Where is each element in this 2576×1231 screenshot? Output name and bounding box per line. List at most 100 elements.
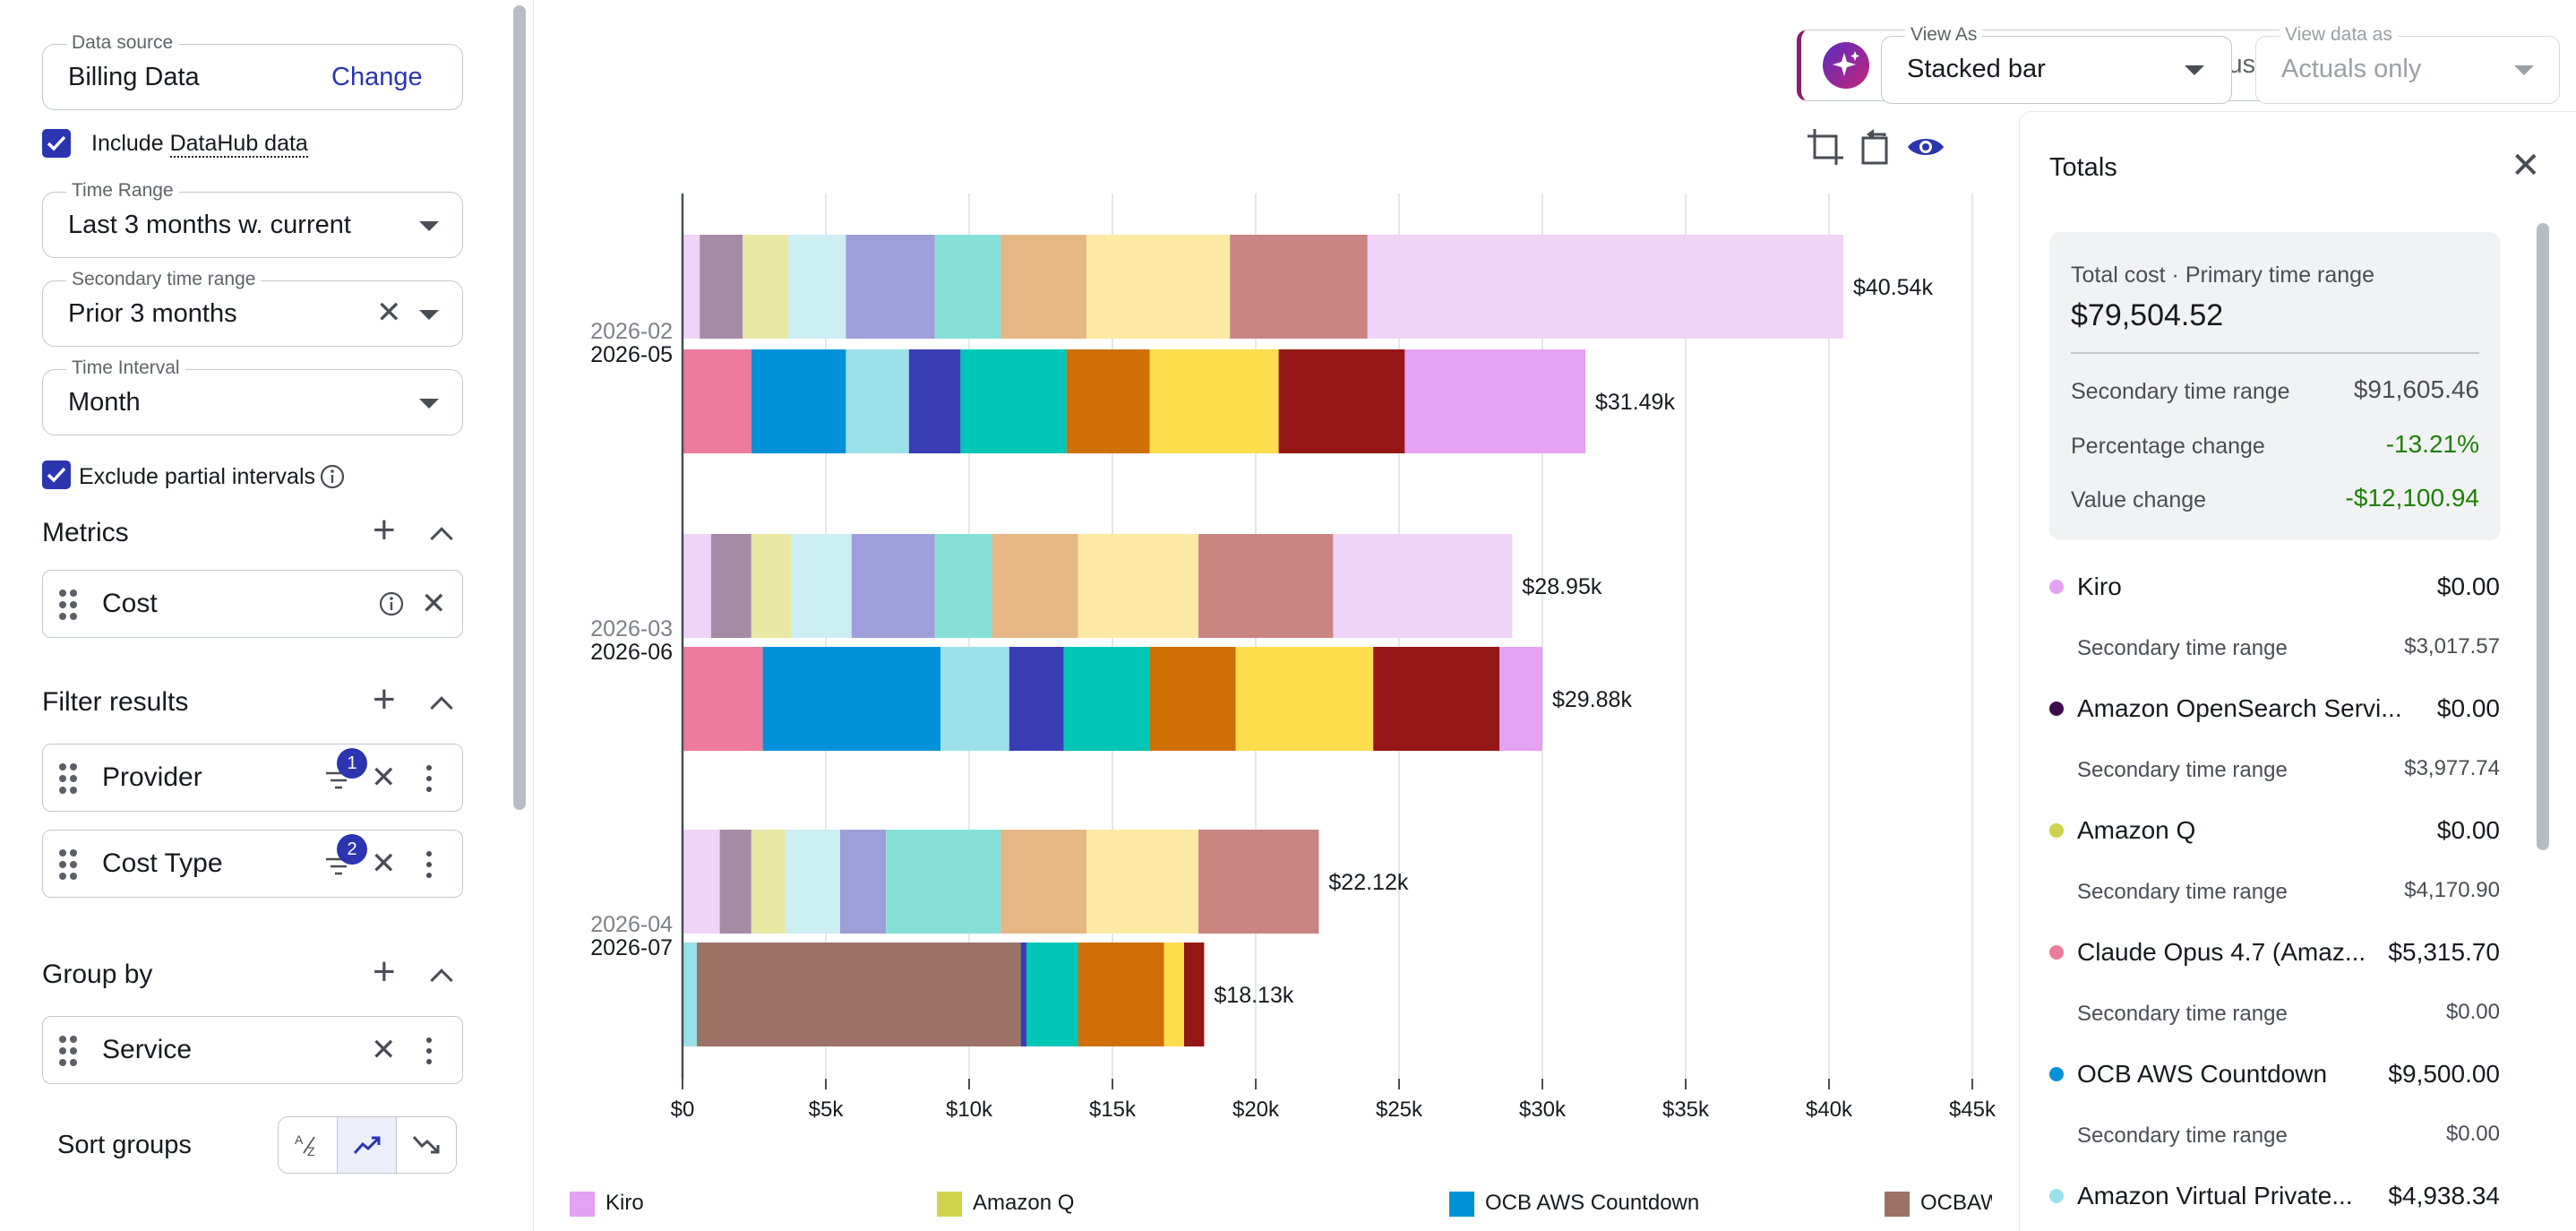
sort-descending-button[interactable] <box>397 1117 456 1173</box>
drag-handle-icon[interactable] <box>59 590 77 620</box>
drag-handle-icon[interactable] <box>59 849 77 880</box>
bar-segment[interactable] <box>751 349 846 453</box>
change-data-source-link[interactable]: Change <box>331 63 423 92</box>
summary-row-value: -13.21% <box>2385 430 2479 458</box>
bar-segment[interactable] <box>683 349 751 453</box>
bar-segment[interactable] <box>940 647 1009 751</box>
time-interval-select[interactable]: Time Interval Month <box>42 357 463 435</box>
bar-segment[interactable] <box>1499 647 1542 751</box>
bar-segment[interactable] <box>960 349 1067 453</box>
exclude-partial-checkbox[interactable] <box>42 461 71 489</box>
view-data-as-select[interactable]: View data as Actuals only <box>2255 24 2560 104</box>
group-by-item[interactable]: Service ✕ <box>42 1016 463 1084</box>
sort-ascending-button[interactable] <box>338 1117 397 1173</box>
bar-segment[interactable] <box>851 534 935 638</box>
more-options-icon[interactable] <box>426 1037 432 1064</box>
bar-segment[interactable] <box>700 235 743 339</box>
bar-segment[interactable] <box>1020 943 1026 1046</box>
collapse-metrics-icon[interactable] <box>430 527 453 550</box>
secondary-time-range-select[interactable]: Secondary time range Prior 3 months ✕ <box>42 269 463 347</box>
rotate-icon[interactable] <box>1854 125 1897 168</box>
bar-segment[interactable] <box>683 534 711 638</box>
bar-segment[interactable] <box>846 235 935 339</box>
add-group-icon[interactable]: + <box>373 952 396 992</box>
close-icon[interactable]: ✕ <box>2511 148 2541 184</box>
bar-segment[interactable] <box>1149 349 1279 453</box>
bar-segment[interactable] <box>697 943 1021 1046</box>
bar-segment[interactable] <box>791 534 852 638</box>
bar-segment[interactable] <box>934 235 1001 339</box>
bar-segment[interactable] <box>1009 647 1064 751</box>
bar-segment[interactable] <box>846 349 909 453</box>
bar-segment[interactable] <box>683 647 763 751</box>
bar-segment[interactable] <box>1000 830 1087 934</box>
bar-segment[interactable] <box>786 830 840 934</box>
service-value: $5,315.70 <box>2388 938 2500 966</box>
include-datahub-checkbox[interactable] <box>42 129 71 158</box>
data-source-field[interactable]: Data source Billing Data Change <box>42 32 463 110</box>
view-as-select[interactable]: View As Stacked bar <box>1881 24 2232 104</box>
bar-segment[interactable] <box>1404 349 1585 453</box>
y-primary-label: 2026-05 <box>590 342 673 367</box>
bar-segment[interactable] <box>1163 943 1184 1046</box>
bar-segment[interactable] <box>1198 534 1334 638</box>
bar-segment[interactable] <box>1149 647 1236 751</box>
more-options-icon[interactable] <box>426 765 432 792</box>
drag-handle-icon[interactable] <box>59 763 77 794</box>
totals-scrollbar[interactable] <box>2537 223 2549 850</box>
bar-segment[interactable] <box>992 534 1078 638</box>
remove-filter-icon[interactable]: ✕ <box>371 762 397 793</box>
bar-segment[interactable] <box>1230 235 1368 339</box>
bar-segment[interactable] <box>751 830 786 934</box>
bar-segment[interactable] <box>1078 943 1164 1046</box>
add-filter-icon[interactable]: + <box>373 680 396 719</box>
bar-segment[interactable] <box>1000 235 1087 339</box>
clear-icon[interactable]: ✕ <box>376 297 402 328</box>
remove-filter-icon[interactable]: ✕ <box>371 848 397 879</box>
bar-segment[interactable] <box>711 534 751 638</box>
crop-icon[interactable] <box>1804 125 1847 168</box>
bar-segment[interactable] <box>908 349 961 453</box>
bar-segment[interactable] <box>743 235 789 339</box>
bar-segment[interactable] <box>719 830 751 934</box>
bar-segment[interactable] <box>1078 534 1198 638</box>
bar-segment[interactable] <box>1026 943 1078 1046</box>
bar-segment[interactable] <box>762 647 940 751</box>
eye-icon[interactable] <box>1904 125 1947 168</box>
bar-segment[interactable] <box>1373 647 1499 751</box>
bar-segment[interactable] <box>886 830 1001 934</box>
remove-metric-icon[interactable]: ✕ <box>421 589 447 619</box>
collapse-filters-icon[interactable] <box>430 696 453 719</box>
info-icon[interactable] <box>378 590 405 617</box>
filter-item-provider[interactable]: Provider 1 ✕ <box>42 744 463 812</box>
bar-segment[interactable] <box>1333 534 1513 638</box>
bar-segment[interactable] <box>1066 349 1150 453</box>
filter-item-cost-type[interactable]: Cost Type 2 ✕ <box>42 830 463 898</box>
bar-segment[interactable] <box>1198 830 1319 934</box>
sort-alphabetical-button[interactable]: AZ <box>279 1117 338 1173</box>
time-range-select[interactable]: Time Range Last 3 months w. current <box>42 180 463 258</box>
bar-segment[interactable] <box>1086 235 1231 339</box>
metric-item[interactable]: Cost ✕ <box>42 570 463 638</box>
info-icon[interactable] <box>319 463 346 490</box>
add-metric-icon[interactable]: + <box>373 511 396 550</box>
bar-segment[interactable] <box>683 235 700 339</box>
collapse-group-by-icon[interactable] <box>430 968 453 992</box>
bar-segment[interactable] <box>934 534 992 638</box>
bar-segment[interactable] <box>683 943 697 1046</box>
bar-segment[interactable] <box>683 830 720 934</box>
datahub-link[interactable]: DataHub data <box>169 131 308 158</box>
bar-segment[interactable] <box>1278 349 1405 453</box>
remove-group-icon[interactable]: ✕ <box>371 1035 397 1065</box>
bar-segment[interactable] <box>840 830 887 934</box>
bar-segment[interactable] <box>1086 830 1198 934</box>
bar-segment[interactable] <box>1235 647 1374 751</box>
more-options-icon[interactable] <box>426 851 432 878</box>
bar-segment[interactable] <box>1184 943 1205 1046</box>
bar-segment[interactable] <box>751 534 792 638</box>
bar-segment[interactable] <box>1063 647 1150 751</box>
sidebar-scrollbar[interactable] <box>513 5 526 810</box>
bar-segment[interactable] <box>788 235 846 339</box>
bar-segment[interactable] <box>1367 235 1843 339</box>
drag-handle-icon[interactable] <box>59 1036 77 1066</box>
